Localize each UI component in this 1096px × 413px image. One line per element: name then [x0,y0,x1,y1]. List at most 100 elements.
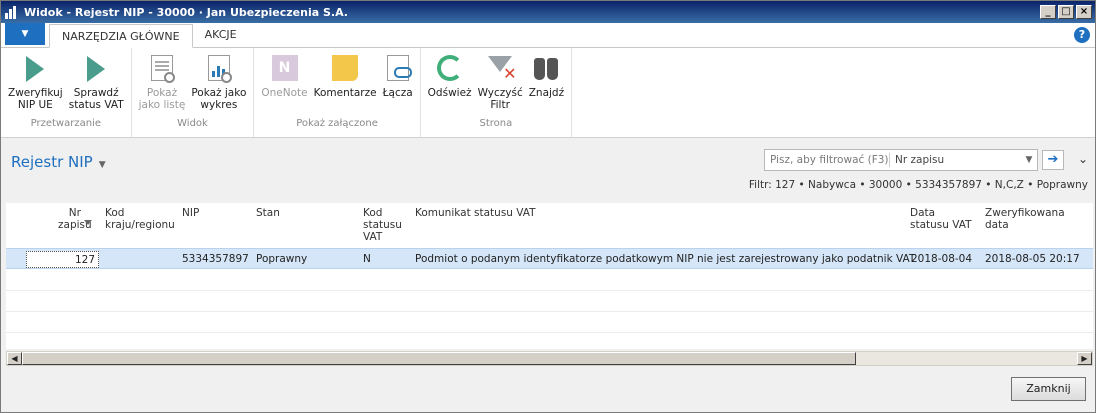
header-line: VAT [363,231,383,243]
header-line: kraju/regionu [105,219,175,231]
title-bar: Widok - Rejestr NIP - 30000 · Jan Ubezpi… [1,1,1095,23]
horizontal-scrollbar[interactable]: ◀ ▶ [6,351,1093,366]
button-label: Pokaż jako [191,87,247,99]
app-icon [5,5,19,19]
scroll-right-icon[interactable]: ▶ [1077,352,1092,365]
collapse-chevron-icon[interactable]: ⌄ [1075,151,1091,167]
button-label: jako listę [138,99,186,111]
filter-search-box[interactable]: Pisz, aby filtrować (F3) Nr zapisu ▼ [764,149,1038,171]
clear-filter-button[interactable]: ✕ Wyczyść Filtr [475,54,526,118]
close-dialog-button[interactable]: Zamknij [1011,377,1086,401]
header-line: NIP [182,207,200,219]
page-header: Rejestr NIP ▼ Pisz, aby filtrować (F3) Nr… [2,141,1096,201]
refresh-button[interactable]: Odśwież [425,54,475,118]
close-button[interactable]: × [1076,5,1092,19]
zweryfikuj-nip-ue-button[interactable]: Zweryfikuj NIP UE [5,54,66,118]
header-line: data [985,219,1009,231]
empty-row [6,270,1093,291]
scrollbar-thumb[interactable] [22,352,856,365]
search-field-select[interactable]: Nr zapisu [890,154,1021,166]
button-label: NIP UE [17,99,53,111]
find-button[interactable]: Znajdź [526,54,567,118]
links-icon [386,55,412,81]
tab-narzedzia-glowne[interactable]: NARZĘDZIA GŁÓWNE [49,24,193,48]
app-window: Widok - Rejestr NIP - 30000 · Jan Ubezpi… [0,0,1096,413]
column-header-komunikat[interactable]: Komunikat statusu VAT [415,207,536,219]
lacza-button[interactable]: Łącza [380,54,416,118]
column-header-data-statusu[interactable]: Data statusu VAT [910,207,972,231]
ribbon-tab-bar: ▼ NARZĘDZIA GŁÓWNE AKCJE ? [1,23,1095,48]
show-as-chart-button[interactable]: Pokaż jako wykres [188,54,249,118]
chevron-down-icon: ▼ [98,160,106,170]
group-label: Pokaż załączone [296,118,378,129]
cell-nip[interactable]: 5334357897 [182,253,249,265]
maximize-button[interactable]: □ [1058,5,1074,19]
button-label: Pokaż [146,87,178,99]
button-label: status VAT [68,99,124,111]
button-label: Znajdź [528,87,565,99]
cell-komunikat[interactable]: Podmiot o podanym identyfikatorze podatk… [415,253,915,265]
header-line: statusu VAT [910,219,972,231]
header-line: Data [910,207,936,219]
empty-row [6,312,1093,333]
chart-view-icon [207,55,232,83]
column-header-zweryfikowana-data[interactable]: Zweryfikowana data [985,207,1065,231]
header-line: Komunikat statusu VAT [415,207,536,219]
komentarze-button[interactable]: Komentarze [311,54,380,118]
header-line: Nr [68,207,81,219]
cell-data-statusu[interactable]: 2018-08-04 [911,253,972,265]
button-label: Łącza [382,87,413,99]
records-grid: Nr zapisu Kod kraju/regionu NIP Stan Kod st… [6,203,1093,349]
onenote-button[interactable]: N OneNote [258,54,310,118]
play-icon [26,56,45,82]
header-line: Kod [105,207,125,219]
button-label: wykres [200,99,238,111]
sort-descending-icon [84,220,92,225]
arrow-right-icon[interactable]: ➔ [1042,150,1064,170]
group-label: Strona [479,118,513,129]
header-line: Stan [256,207,280,219]
ribbon-group-przetwarzanie: Zweryfikuj NIP UE Sprawdź status VAT Prz… [1,48,132,137]
refresh-icon [436,55,463,81]
cell-stan[interactable]: Poprawny [256,253,307,265]
button-label: Filtr [490,99,510,111]
minimize-button[interactable]: _ [1040,5,1056,19]
column-header-nr-zapisu[interactable]: Nr zapisu [58,207,92,231]
group-label: Widok [177,118,208,129]
button-label: Zweryfikuj [8,87,63,99]
search-input[interactable]: Pisz, aby filtrować (F3) [765,154,889,166]
binoculars-icon [533,58,559,80]
tab-akcje[interactable]: AKCJE [193,23,249,47]
cell-nr-zapisu[interactable]: 127 [26,251,99,268]
cell-zweryfikowana-data[interactable]: 2018-08-05 20:17 [985,253,1080,265]
button-label: Odśwież [427,87,472,99]
scroll-left-icon[interactable]: ◀ [7,352,22,365]
app-menu-button[interactable]: ▼ [5,23,45,45]
header-line: Kod [363,207,383,219]
table-row[interactable]: 127 5334357897 Poprawny N Podmiot o poda… [6,248,1093,269]
column-header-stan[interactable]: Stan [256,207,280,219]
play-icon [87,56,106,82]
filter-summary: Filtr: 127 • Nabywca • 30000 • 533435789… [748,179,1088,191]
ribbon-group-strona: Odśwież ✕ Wyczyść Filtr Znajdź Strona [421,48,573,137]
page-title[interactable]: Rejestr NIP ▼ [11,153,106,171]
ribbon-group-pokaz-zalaczone: N OneNote Komentarze Łącza Pokaż załączo… [254,48,421,137]
header-line: Zweryfikowana [985,207,1065,219]
column-header-kod-statusu-vat[interactable]: Kod statusu VAT [363,207,402,243]
column-header-kod-kraju[interactable]: Kod kraju/regionu [105,207,175,231]
cell-kod-statusu-vat[interactable]: N [363,253,371,265]
button-label: Sprawdź [73,87,119,99]
sprawdz-status-vat-button[interactable]: Sprawdź status VAT [66,54,127,118]
show-as-list-button[interactable]: Pokaż jako listę [136,54,189,118]
window-title: Widok - Rejestr NIP - 30000 · Jan Ubezpi… [24,5,348,19]
list-view-icon [150,55,175,83]
onenote-icon: N [271,55,298,81]
group-label: Przetwarzanie [30,118,101,129]
page-title-text: Rejestr NIP [11,153,93,171]
chevron-down-icon[interactable]: ▼ [1021,155,1037,165]
dropdown-arrow-icon: ▼ [21,29,29,39]
column-header-nip[interactable]: NIP [182,207,199,219]
empty-row [6,291,1093,312]
ribbon: Zweryfikuj NIP UE Sprawdź status VAT Prz… [1,48,1095,138]
help-icon[interactable]: ? [1074,27,1090,43]
